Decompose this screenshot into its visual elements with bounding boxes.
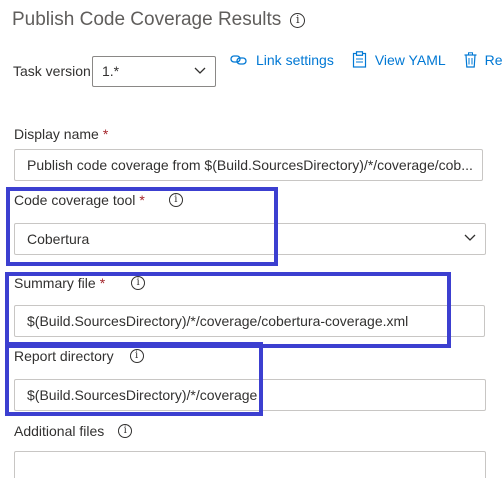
report-directory-label: Report directory i [14, 348, 144, 364]
view-yaml-label: View YAML [374, 51, 446, 68]
info-icon[interactable]: i [131, 276, 146, 290]
additional-files-label: Additional files i [14, 423, 133, 439]
report-directory-label-text: Report directory [14, 348, 114, 364]
code-coverage-tool-select[interactable]: Cobertura [14, 223, 486, 255]
link-settings-label: Link settings [256, 51, 334, 68]
trash-icon [464, 51, 477, 68]
link-settings-button[interactable]: Link settings [230, 52, 334, 68]
additional-files-input[interactable] [14, 451, 486, 478]
info-icon[interactable]: i [129, 349, 144, 363]
info-icon[interactable]: i [168, 193, 183, 207]
required-asterisk: * [102, 126, 109, 142]
display-name-label: Display name * [14, 126, 108, 142]
summary-file-label-text: Summary file [14, 275, 96, 291]
remove-button[interactable]: Rer [464, 52, 503, 68]
summary-file-input[interactable]: $(Build.SourcesDirectory)/*/coverage/cob… [14, 305, 485, 337]
clipboard-icon [352, 51, 366, 68]
info-icon[interactable]: i [118, 424, 133, 438]
chevron-down-icon [463, 224, 477, 254]
required-asterisk: * [99, 275, 106, 291]
report-directory-value: $(Build.SourcesDirectory)/*/coverage [27, 387, 258, 403]
chevron-down-icon [193, 57, 207, 96]
remove-label: Rer [484, 51, 503, 68]
display-name-input[interactable]: Publish code coverage from $(Build.Sourc… [14, 149, 483, 181]
view-yaml-button[interactable]: View YAML [352, 51, 446, 68]
display-name-value: Publish code coverage from $(Build.Sourc… [27, 157, 473, 173]
report-directory-input[interactable]: $(Build.SourcesDirectory)/*/coverage [14, 379, 486, 411]
task-version-value: 1.* [102, 63, 120, 79]
info-icon[interactable]: i [290, 12, 306, 28]
task-version-label: Task version [13, 63, 91, 79]
code-coverage-tool-value: Cobertura [27, 231, 90, 247]
summary-file-label: Summary file * i [14, 275, 146, 291]
task-settings-panel: Publish Code Coverage Results i Task ver… [0, 0, 503, 478]
task-toolbar: Link settings View YAML Rer [230, 51, 503, 68]
page-title: Publish Code Coverage Results i [12, 9, 306, 31]
required-asterisk: * [139, 192, 145, 208]
page-title-text: Publish Code Coverage Results [12, 9, 282, 30]
summary-file-value: $(Build.SourcesDirectory)/*/coverage/cob… [27, 313, 409, 329]
display-name-label-text: Display name [14, 126, 99, 142]
link-icon [230, 54, 247, 65]
code-coverage-tool-label: Code coverage tool * i [14, 192, 183, 208]
task-version-select[interactable]: 1.* [92, 56, 216, 87]
additional-files-label-text: Additional files [14, 423, 105, 439]
code-coverage-tool-label-text: Code coverage tool [14, 192, 136, 208]
